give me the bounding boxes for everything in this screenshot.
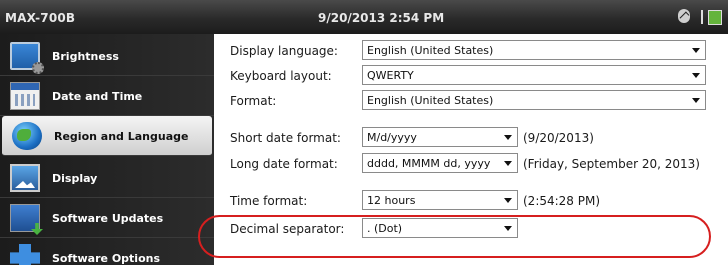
separator: [701, 10, 703, 24]
sidebar-item-brightness[interactable]: Brightness: [0, 36, 214, 76]
sidebar-item-label: Display: [52, 172, 98, 185]
bluetooth-icon[interactable]: [678, 9, 690, 23]
globe-icon: [12, 122, 42, 150]
software-update-icon: [10, 204, 40, 232]
sidebar-item-label: Brightness: [52, 50, 119, 63]
display-icon: [10, 164, 40, 192]
sidebar-item-label: Region and Language: [54, 130, 189, 143]
app-name: MAX-700B: [5, 11, 76, 25]
time-format-value: 12 hours: [367, 194, 416, 207]
chevron-down-icon: [692, 73, 700, 78]
clock: 9/20/2013 2:54 PM: [318, 11, 445, 25]
chevron-down-icon: [692, 98, 700, 103]
sidebar-item-label: Software Updates: [52, 212, 164, 225]
battery-icon[interactable]: [708, 10, 722, 25]
sidebar-item-software-updates[interactable]: Software Updates: [0, 198, 214, 238]
long-date-format-select[interactable]: dddd, MMMM dd, yyyy: [362, 153, 518, 173]
sidebar: Brightness Date and Time Region and Lang…: [0, 34, 214, 265]
long-date-format-value: dddd, MMMM dd, yyyy: [367, 157, 491, 170]
display-language-select[interactable]: English (United States): [362, 40, 706, 60]
chevron-down-icon: [692, 48, 700, 53]
chevron-down-icon: [504, 135, 512, 140]
time-format-label: Time format:: [230, 194, 308, 208]
keyboard-layout-value: QWERTY: [367, 69, 414, 82]
sidebar-item-software-options[interactable]: Software Options: [0, 238, 214, 265]
keyboard-layout-select[interactable]: QWERTY: [362, 65, 706, 85]
display-language-value: English (United States): [367, 44, 494, 57]
title-bar: MAX-700B 9/20/2013 2:54 PM: [0, 0, 728, 34]
keyboard-layout-label: Keyboard layout:: [230, 69, 332, 83]
sidebar-item-label: Software Options: [52, 252, 161, 265]
time-format-sample: (2:54:28 PM): [523, 194, 601, 208]
monitor-settings-icon: [10, 42, 44, 74]
sidebar-item-display[interactable]: Display: [0, 158, 214, 198]
short-date-format-label: Short date format:: [230, 131, 341, 145]
display-language-label: Display language:: [230, 44, 338, 58]
sidebar-item-region-and-language[interactable]: Region and Language: [2, 116, 212, 156]
chevron-down-icon: [504, 198, 512, 203]
format-label: Format:: [230, 94, 277, 108]
highlight-ring: [198, 215, 711, 258]
long-date-sample: (Friday, September 20, 2013): [523, 157, 700, 171]
sidebar-item-date-and-time[interactable]: Date and Time: [0, 76, 214, 116]
short-date-format-select[interactable]: M/d/yyyy: [362, 127, 518, 147]
long-date-format-label: Long date format:: [230, 157, 338, 171]
short-date-format-value: M/d/yyyy: [367, 131, 417, 144]
sidebar-item-label: Date and Time: [52, 90, 143, 103]
format-value: English (United States): [367, 94, 494, 107]
calendar-icon: [10, 82, 40, 110]
puzzle-options-icon: [10, 244, 40, 265]
format-select[interactable]: English (United States): [362, 90, 706, 110]
chevron-down-icon: [504, 161, 512, 166]
short-date-sample: (9/20/2013): [523, 131, 594, 145]
time-format-select[interactable]: 12 hours: [362, 190, 518, 210]
